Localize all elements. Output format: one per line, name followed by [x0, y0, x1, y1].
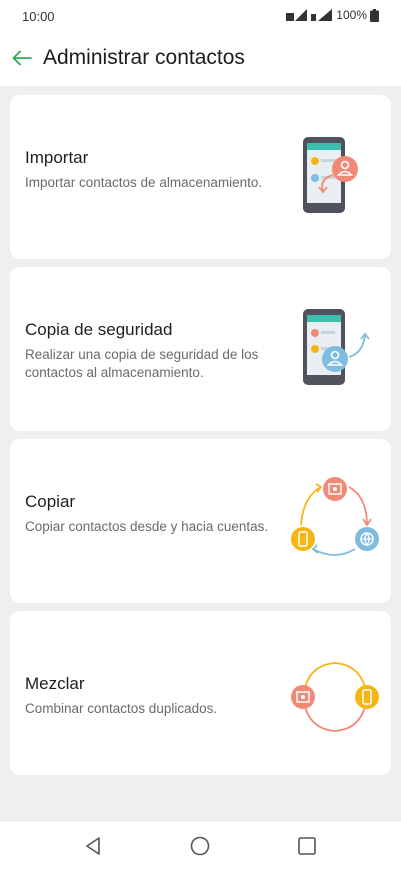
status-icons: 100%	[286, 8, 379, 22]
import-phone-icon	[303, 137, 358, 213]
status-time: 10:00	[22, 9, 55, 24]
option-title: Importar	[25, 148, 89, 167]
option-copy[interactable]: Copiar Copiar contactos desde y hacia cu…	[10, 439, 391, 603]
option-title: Copia de seguridad	[25, 320, 173, 339]
back-triangle-icon[interactable]	[82, 834, 106, 858]
options-list: Importar Importar contactos de almacenam…	[0, 86, 401, 820]
navigation-bar	[0, 820, 401, 871]
option-title: Mezclar	[25, 674, 85, 693]
signal-icon	[286, 9, 308, 21]
option-title: Copiar	[25, 492, 76, 511]
page-title: Administrar contactos	[43, 46, 245, 69]
option-description: Combinar contactos duplicados.	[25, 701, 218, 716]
status-bar: 10:00 100%	[0, 0, 401, 32]
option-merge[interactable]: Mezclar Combinar contactos duplicados.	[10, 611, 391, 775]
option-description: Realizar una copia de seguridad de los c…	[25, 347, 259, 380]
option-import[interactable]: Importar Importar contactos de almacenam…	[10, 95, 391, 259]
back-button[interactable]	[10, 46, 34, 70]
copy-accounts-icon	[291, 477, 379, 556]
battery-icon	[370, 8, 379, 22]
recents-square-icon[interactable]	[295, 834, 319, 858]
home-circle-icon[interactable]	[188, 834, 212, 858]
battery-percent: 100%	[336, 8, 367, 22]
arrow-left-icon	[12, 50, 32, 66]
backup-phone-icon	[303, 309, 370, 385]
merge-contacts-icon	[291, 662, 379, 732]
option-description: Importar contactos de almacenamiento.	[25, 175, 263, 190]
option-backup[interactable]: Copia de seguridad Realizar una copia de…	[10, 267, 391, 431]
signal-icon-secondary	[311, 9, 333, 21]
app-bar: Administrar contactos	[0, 32, 401, 86]
option-description: Copiar contactos desde y hacia cuentas.	[25, 519, 269, 534]
